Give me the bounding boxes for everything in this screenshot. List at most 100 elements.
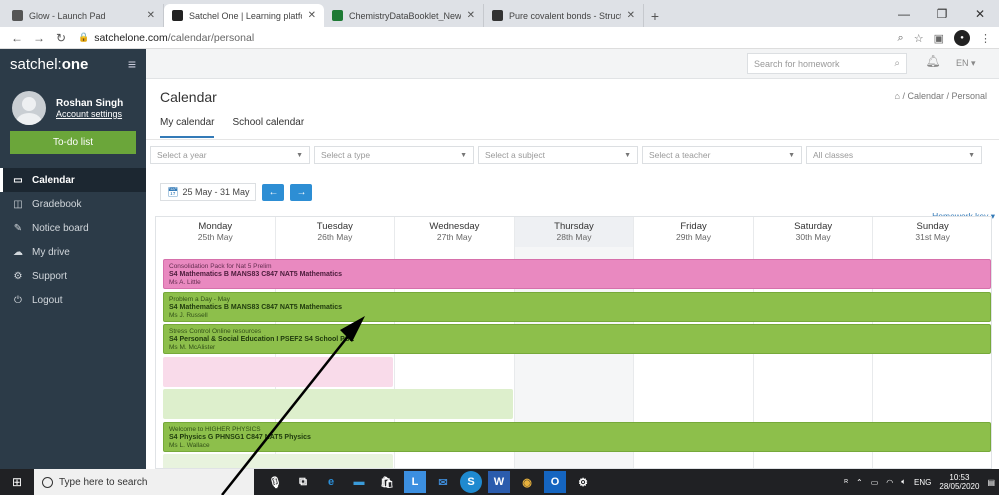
taskbar-search-input[interactable]: Type here to search bbox=[34, 469, 254, 495]
sidebar-item[interactable]: ⚙ Support bbox=[0, 264, 146, 288]
close-tab-icon[interactable]: ✕ bbox=[627, 10, 635, 21]
day-header: Thursday 28th May bbox=[514, 217, 635, 247]
zoom-icon[interactable]: ⌕ bbox=[898, 32, 904, 45]
browser-tab-title: ChemistryDataBooklet_NewH_Al bbox=[349, 10, 461, 21]
wifi-icon[interactable]: ◠ bbox=[886, 478, 893, 487]
filter-select[interactable]: Select a type ▼ bbox=[314, 146, 474, 164]
chevron-down-icon: ▼ bbox=[968, 151, 975, 159]
file-explorer-icon[interactable]: ▬ bbox=[348, 471, 370, 493]
filter-select[interactable]: All classes ▼ bbox=[806, 146, 982, 164]
close-tab-icon[interactable]: ✕ bbox=[308, 10, 316, 21]
reload-icon[interactable]: ↻ bbox=[50, 31, 72, 45]
previous-week-button[interactable]: ← bbox=[262, 183, 285, 201]
calendar-event[interactable]: Stress Control Online resources S4 Person… bbox=[163, 324, 991, 354]
browser-tab[interactable]: ChemistryDataBooklet_NewH_Al ✕ bbox=[324, 4, 484, 27]
chevron-down-icon: ▼ bbox=[788, 151, 795, 159]
browser-menu-icon[interactable]: ⋮ bbox=[980, 32, 991, 45]
home-icon[interactable]: ⌂ bbox=[895, 91, 900, 101]
favicon-icon bbox=[492, 10, 503, 21]
sidebar-item[interactable]: ⏻ Logout bbox=[0, 288, 146, 312]
app-icon-l[interactable]: L bbox=[404, 471, 426, 493]
calendar-event[interactable]: Welcome to HIGHER PHYSICS S4 Physics G PH… bbox=[163, 421, 991, 452]
homework-search-input[interactable]: Search for homework ⌕ bbox=[747, 53, 907, 74]
date-range-picker[interactable]: 📅︎ 25 May - 31 May bbox=[160, 183, 257, 201]
satchel-logo[interactable]: satchel:one bbox=[10, 56, 88, 73]
power-icon: ⏻ bbox=[14, 294, 22, 306]
lock-icon: 🔒 bbox=[78, 32, 90, 42]
close-tab-icon[interactable]: ✕ bbox=[467, 10, 475, 21]
language-menu[interactable]: EN ▾ bbox=[956, 58, 976, 69]
back-icon[interactable]: ← bbox=[6, 31, 28, 45]
account-settings-link[interactable]: Account settings bbox=[56, 109, 123, 119]
day-header: Friday 29th May bbox=[634, 217, 754, 247]
todo-list-button[interactable]: To-do list bbox=[10, 131, 136, 154]
browser-tab[interactable]: Glow - Launch Pad ✕ bbox=[4, 4, 164, 27]
calendar-event[interactable]: Problem a Day - May S4 Mathematics B MANS… bbox=[163, 291, 991, 322]
browser-tab[interactable]: Satchel One | Learning platform ✕ bbox=[164, 4, 324, 27]
chevron-up-icon[interactable]: ⌃ bbox=[856, 478, 863, 487]
browser-tab-title: Glow - Launch Pad bbox=[29, 10, 106, 21]
sidebar-item[interactable]: ▭ Calendar bbox=[0, 168, 146, 192]
calendar-event[interactable]: Consolidation Pack for Nat 5 Prelim S4 Ma… bbox=[163, 259, 991, 289]
browser-tab[interactable]: Pure covalent bonds - Structure ✕ bbox=[484, 4, 644, 27]
day-header-row: Monday 25th May Tuesday 26th May Wednesday 27… bbox=[156, 217, 991, 247]
filter-select[interactable]: Select a subject ▼ bbox=[478, 146, 638, 164]
windows-start-icon[interactable]: ⊞ bbox=[0, 475, 34, 489]
next-week-button[interactable]: → bbox=[290, 183, 313, 201]
chrome-icon[interactable]: ◉ bbox=[516, 471, 538, 493]
mic-icon[interactable]: 🎙︎ bbox=[264, 471, 286, 493]
top-bar: Search for homework ⌕ 🔔︎ EN ▾ bbox=[146, 49, 999, 79]
filter-select[interactable]: Select a year ▼ bbox=[150, 146, 310, 164]
sidebar-item-label: Gradebook bbox=[32, 198, 82, 210]
calendar-event[interactable] bbox=[163, 454, 394, 468]
day-header: Monday 25th May bbox=[156, 217, 276, 247]
cortana-icon bbox=[42, 476, 53, 488]
new-tab-button[interactable]: + bbox=[644, 4, 666, 27]
windows-taskbar: ⊞ Type here to search 🎙︎ ⧉ e ▬ 🛍︎ L ✉ S … bbox=[0, 469, 999, 495]
volume-icon[interactable]: 🔈︎ bbox=[901, 477, 906, 487]
word-icon[interactable]: W bbox=[488, 471, 510, 493]
hamburger-icon[interactable]: ≡ bbox=[128, 56, 136, 72]
week-calendar: Monday 25th May Tuesday 26th May Wednesday 27… bbox=[155, 216, 992, 469]
edge-icon[interactable]: e bbox=[320, 471, 342, 493]
store-icon[interactable]: 🛍︎ bbox=[376, 471, 398, 493]
clock[interactable]: 10:53 28/05/2020 bbox=[939, 473, 979, 491]
browser-tab-bar: Glow - Launch Pad ✕ Satchel One | Learning… bbox=[0, 0, 999, 27]
star-icon[interactable]: ☆ bbox=[914, 32, 924, 45]
settings-icon[interactable]: ⚙ bbox=[572, 471, 594, 493]
profile-avatar-icon[interactable]: ● bbox=[954, 30, 970, 46]
close-icon[interactable]: ✕ bbox=[961, 0, 999, 27]
search-icon[interactable]: ⌕ bbox=[894, 58, 900, 69]
notification-icon[interactable]: ▤ bbox=[987, 478, 995, 487]
day-header: Saturday 30th May bbox=[754, 217, 874, 247]
sidebar-item-label: Support bbox=[32, 270, 68, 282]
bell-icon[interactable]: 🔔︎ bbox=[918, 54, 948, 74]
sidebar-item[interactable]: ☁ My drive bbox=[0, 240, 146, 264]
tab-my-calendar[interactable]: My calendar bbox=[160, 117, 215, 138]
battery-icon[interactable]: ▭ bbox=[871, 478, 879, 487]
people-icon[interactable]: ᴿ bbox=[844, 478, 848, 487]
tab-school-calendar[interactable]: School calendar bbox=[232, 117, 304, 138]
url-field[interactable]: 🔒 satchelone.com/calendar/personal bbox=[78, 32, 254, 44]
window-controls: — ❐ ✕ bbox=[885, 0, 999, 27]
outlook-icon[interactable]: O bbox=[544, 471, 566, 493]
calendar-event[interactable] bbox=[163, 356, 394, 387]
skype-icon[interactable]: S bbox=[460, 471, 482, 493]
calendar-event[interactable] bbox=[163, 389, 513, 419]
language-indicator[interactable]: ENG bbox=[914, 478, 931, 487]
favicon-icon bbox=[172, 10, 183, 21]
restore-icon[interactable]: ❐ bbox=[923, 0, 961, 27]
cloud-icon: ☁ bbox=[13, 246, 23, 258]
close-tab-icon[interactable]: ✕ bbox=[147, 10, 155, 21]
extension-icon[interactable]: ▣ bbox=[934, 32, 944, 45]
filter-select[interactable]: Select a teacher ▼ bbox=[642, 146, 802, 164]
system-tray: ᴿ ⌃ ▭ ◠ 🔈︎ ENG 10:53 28/05/2020 ▤ bbox=[844, 469, 995, 495]
forward-icon[interactable]: → bbox=[28, 31, 50, 45]
sidebar-item[interactable]: ◫ Gradebook bbox=[0, 192, 146, 216]
task-view-icon[interactable]: ⧉ bbox=[292, 471, 314, 493]
mail-icon[interactable]: ✉ bbox=[432, 471, 454, 493]
day-header: Wednesday 27th May bbox=[395, 217, 515, 247]
minimize-icon[interactable]: — bbox=[885, 0, 923, 27]
sidebar-item[interactable]: ✎ Notice board bbox=[0, 216, 146, 240]
avatar[interactable] bbox=[12, 91, 46, 125]
